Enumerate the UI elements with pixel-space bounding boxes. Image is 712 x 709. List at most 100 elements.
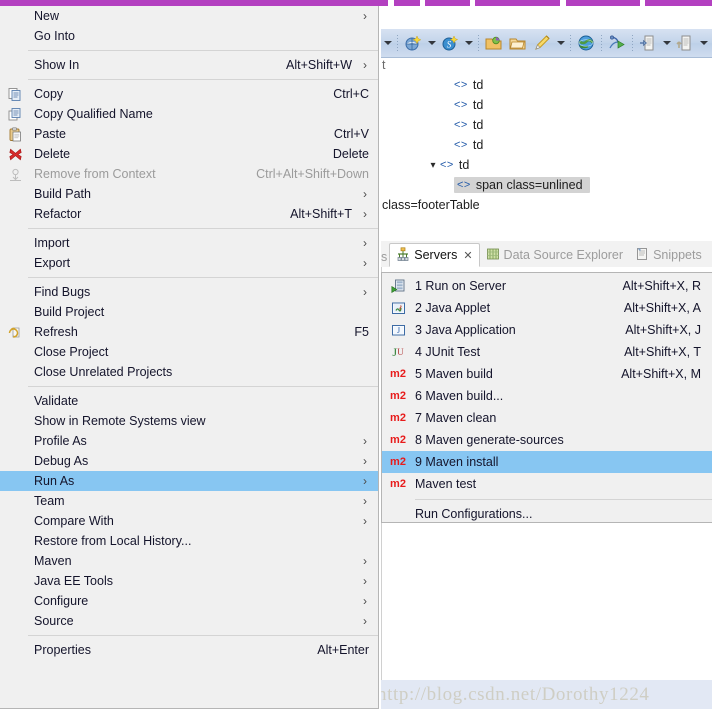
outline-row-selected[interactable]: <> span class=unlined xyxy=(382,175,590,195)
outline-row[interactable]: <> td xyxy=(382,135,590,155)
menu-item-show-in[interactable]: Show In Alt+Shift+W › xyxy=(0,55,378,75)
submenu-item-maven-clean[interactable]: m2 7 Maven clean xyxy=(382,407,712,429)
outline-row[interactable]: ▾ <> td xyxy=(382,155,590,175)
submenu-arrow-icon: › xyxy=(363,474,367,488)
maven-icon: m2 xyxy=(390,456,406,468)
outline-row[interactable]: class=footerTable xyxy=(382,195,590,215)
outline-row[interactable]: <> td xyxy=(382,115,590,135)
submenu-item-java-application[interactable]: J 3 Java Application Alt+Shift+X, J xyxy=(382,319,712,341)
menu-item-label: Properties xyxy=(34,643,91,657)
context-menu[interactable]: New › Go Into Show In Alt+Shift+W › Copy… xyxy=(0,6,379,709)
submenu-item-junit-test[interactable]: JU 4 JUnit Test Alt+Shift+X, T xyxy=(382,341,712,363)
menu-item-show-in-remote-systems-view[interactable]: Show in Remote Systems view xyxy=(0,411,378,431)
menu-item-label: Refactor xyxy=(34,207,82,221)
open-folder-icon[interactable] xyxy=(506,30,530,56)
submenu-item-label: 9 Maven install xyxy=(415,455,499,469)
svg-text:J: J xyxy=(396,326,399,335)
import-doc-icon[interactable] xyxy=(636,30,660,56)
submenu-item-maven-test[interactable]: m2 Maven test xyxy=(382,473,712,495)
submenu-item-run-on-server[interactable]: 1 Run on Server Alt+Shift+X, R xyxy=(382,275,712,297)
menu-item-properties[interactable]: Properties Alt+Enter xyxy=(0,640,378,660)
menu-item-run-as[interactable]: Run As › xyxy=(0,471,378,491)
menu-item-refresh[interactable]: Refresh F5 xyxy=(0,322,378,342)
tab-servers[interactable]: Servers ✕ xyxy=(389,243,480,267)
menu-item-delete[interactable]: Delete Delete xyxy=(0,144,378,164)
globe-icon[interactable] xyxy=(574,30,598,56)
menu-item-restore-from-local-history[interactable]: Restore from Local History... xyxy=(0,531,378,551)
menu-item-debug-as[interactable]: Debug As › xyxy=(0,451,378,471)
menu-item-new[interactable]: New › xyxy=(0,6,378,26)
outline-row[interactable]: <> td xyxy=(382,75,590,95)
svg-text:S: S xyxy=(447,40,452,50)
submenu-arrow-icon: › xyxy=(363,285,367,299)
close-icon[interactable]: ✕ xyxy=(463,249,472,262)
submenu-item-label: 1 Run on Server xyxy=(415,279,507,293)
menu-item-build-path[interactable]: Build Path › xyxy=(0,184,378,204)
open-resource-color-icon[interactable] xyxy=(482,30,506,56)
submenu-item-maven-build[interactable]: m2 5 Maven build Alt+Shift+X, M xyxy=(382,363,712,385)
menu-separator xyxy=(28,386,378,387)
submenu-item-run-configurations[interactable]: Run Configurations... xyxy=(382,503,712,522)
menu-item-export[interactable]: Export › xyxy=(0,253,378,273)
menu-item-source[interactable]: Source › xyxy=(0,611,378,631)
submenu-arrow-icon: › xyxy=(363,454,367,468)
new-wizard-icon[interactable] xyxy=(401,30,425,56)
submenu-item-java-applet[interactable]: 2 Java Applet Alt+Shift+X, A xyxy=(382,297,712,319)
run-as-submenu[interactable]: 1 Run on Server Alt+Shift+X, R 2 Java Ap… xyxy=(381,272,712,523)
submenu-item-label: 7 Maven clean xyxy=(415,411,497,425)
submenu-arrow-icon: › xyxy=(363,614,367,628)
menu-item-paste[interactable]: Paste Ctrl+V xyxy=(0,124,378,144)
submenu-arrow-icon: › xyxy=(363,9,367,23)
menu-item-label: Delete xyxy=(34,147,71,161)
menu-item-build-project[interactable]: Build Project xyxy=(0,302,378,322)
menu-item-refactor[interactable]: Refactor Alt+Shift+T › xyxy=(0,204,378,224)
toolbar-dropdown-arrow-3[interactable] xyxy=(554,29,567,57)
view-tab-bar[interactable]: s Servers ✕ Data Source Explorer Snippet… xyxy=(381,241,712,268)
menu-item-go-into[interactable]: Go Into xyxy=(0,26,378,46)
element-tag-icon: <> xyxy=(454,119,468,131)
menu-item-label: Configure xyxy=(34,594,89,608)
submenu-item-maven-generate-sources[interactable]: m2 8 Maven generate-sources xyxy=(382,429,712,451)
tab-data-source-explorer[interactable]: Data Source Explorer xyxy=(480,243,630,267)
menu-item-find-bugs[interactable]: Find Bugs › xyxy=(0,282,378,302)
menu-item-profile-as[interactable]: Profile As › xyxy=(0,431,378,451)
submenu-arrow-icon: › xyxy=(363,187,367,201)
toolbar-dropdown-arrow-1[interactable] xyxy=(425,29,438,57)
menu-item-label: Profile As xyxy=(34,434,87,448)
submenu-item-maven-build-dialog[interactable]: m2 6 Maven build... xyxy=(382,385,712,407)
menu-item-label: Run As xyxy=(34,474,75,488)
menu-item-java-ee-tools[interactable]: Java EE Tools › xyxy=(0,571,378,591)
menu-item-validate[interactable]: Validate xyxy=(0,391,378,411)
export-doc-icon[interactable] xyxy=(673,30,697,56)
menu-item-configure[interactable]: Configure › xyxy=(0,591,378,611)
menu-item-import[interactable]: Import › xyxy=(0,233,378,253)
submenu-item-accelerator: Alt+Shift+X, R xyxy=(622,279,701,293)
toolbar-dropdown-arrow-4[interactable] xyxy=(660,29,673,57)
menu-item-maven[interactable]: Maven › xyxy=(0,551,378,571)
submenu-item-maven-install[interactable]: m2 9 Maven install xyxy=(382,451,712,473)
submenu-item-label: 6 Maven build... xyxy=(415,389,504,403)
copy-icon xyxy=(6,86,24,102)
menu-item-close-project[interactable]: Close Project xyxy=(0,342,378,362)
outline-row-label: td xyxy=(472,138,484,152)
toolbar-dropdown-arrow-5[interactable] xyxy=(697,29,710,57)
toolbar-dropdown-arrow-0[interactable] xyxy=(381,29,394,57)
maven-icon: m2 xyxy=(390,434,406,446)
tab-snippets[interactable]: Snippets xyxy=(629,243,708,267)
menu-item-copy-qualified-name[interactable]: Copy Qualified Name xyxy=(0,104,378,124)
chevron-down-icon[interactable]: ▾ xyxy=(426,160,440,171)
search-sphere-icon[interactable]: S xyxy=(438,30,462,56)
menu-item-close-unrelated-projects[interactable]: Close Unrelated Projects xyxy=(0,362,378,382)
menu-item-accelerator: Alt+Shift+T xyxy=(290,207,352,221)
toolbar-dropdown-arrow-2[interactable] xyxy=(462,29,475,57)
outline-tree[interactable]: t <> td <> td <> td <> td ▾ <> td <> spa… xyxy=(381,59,712,238)
menu-item-copy[interactable]: Copy Ctrl+C xyxy=(0,84,378,104)
pencil-icon[interactable] xyxy=(530,30,554,56)
menu-item-team[interactable]: Team › xyxy=(0,491,378,511)
run-debug-icon[interactable] xyxy=(605,30,629,56)
outline-row[interactable]: <> td xyxy=(382,95,590,115)
main-toolbar[interactable]: S xyxy=(381,28,712,58)
menu-item-compare-with[interactable]: Compare With › xyxy=(0,511,378,531)
refresh-icon xyxy=(6,324,24,340)
menu-item-label: Import xyxy=(34,236,70,250)
